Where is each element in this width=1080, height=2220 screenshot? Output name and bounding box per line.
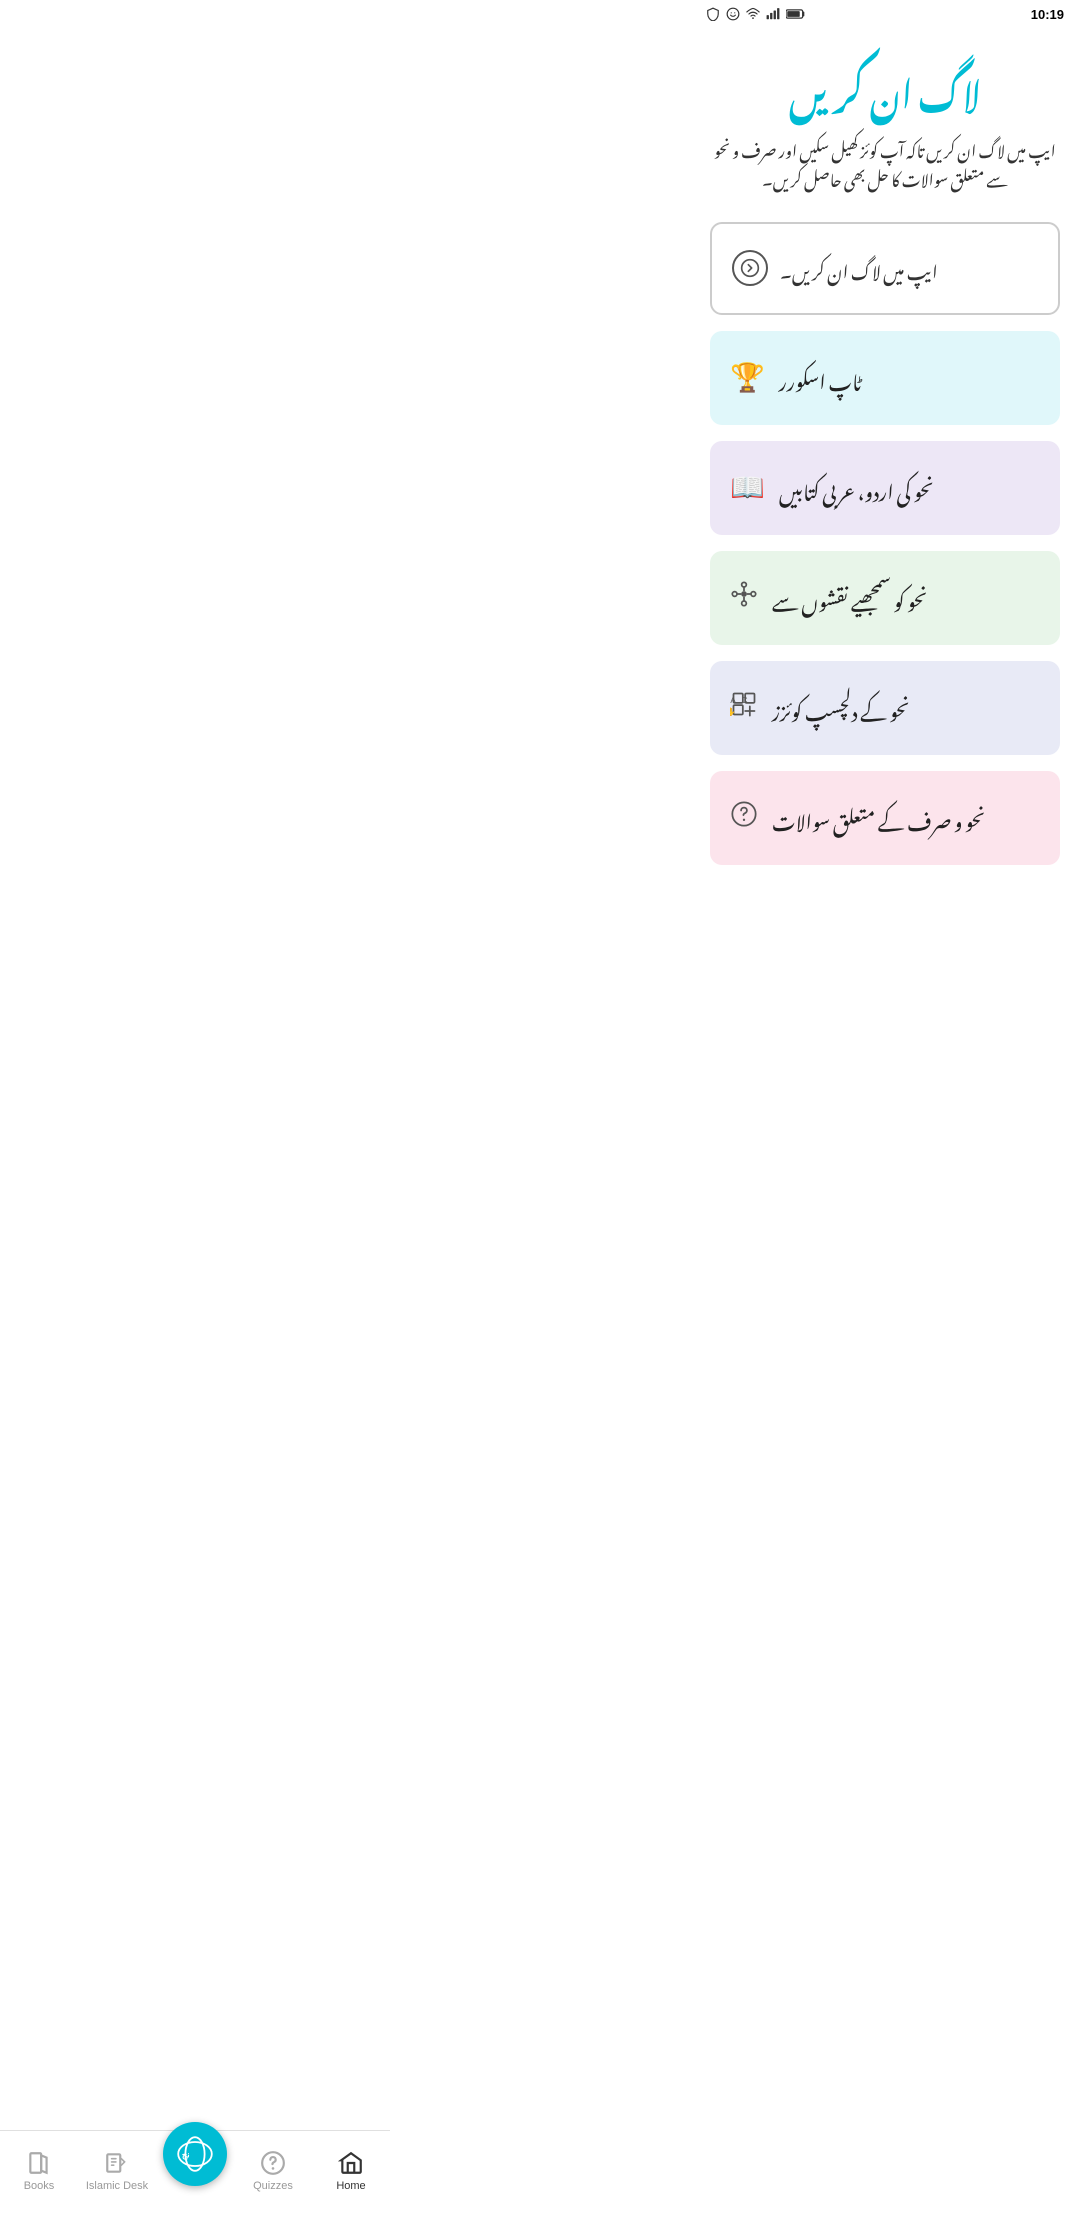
top-scorer-text: ٹاپ اسکورر xyxy=(779,353,862,403)
nav-quizzes[interactable]: Quizzes xyxy=(234,2150,312,2192)
page-description: ایپ میں لاگ ان کریں تاکہ آپ کوئز کھیل سک… xyxy=(710,134,1060,192)
shield-icon xyxy=(706,7,720,21)
quizzes-nav-icon xyxy=(260,2150,286,2176)
login-arrow-icon xyxy=(732,250,768,286)
svg-text:A: A xyxy=(730,696,736,705)
islamic-desk-icon xyxy=(104,2150,130,2176)
svg-text:نج: نج xyxy=(182,2149,190,2160)
quizzes-card[interactable]: نحو کے دلچسپ کوئزز A C ✋ xyxy=(710,661,1060,755)
signal-icon xyxy=(766,7,780,21)
books-icon: 📖 xyxy=(730,471,765,504)
status-time: 10:19 xyxy=(1031,7,1064,22)
login-button[interactable]: ایپ میں لاگ ان کریں۔ xyxy=(710,222,1060,315)
smiley-icon xyxy=(726,7,740,21)
islamic-desk-label: Islamic Desk xyxy=(86,2180,148,2192)
center-logo-icon: نج xyxy=(177,2136,213,2172)
top-scorer-icon: 🏆 xyxy=(730,361,765,394)
nav-center-circle[interactable]: نج xyxy=(163,2122,227,2186)
nav-home[interactable]: Home xyxy=(312,2150,390,2192)
status-icons xyxy=(706,7,806,21)
wifi-icon xyxy=(746,7,760,21)
page-title: لاگ ان کریں xyxy=(710,64,1060,114)
books-text: نحو کی اردو، عربی کتابیں xyxy=(779,463,934,513)
books-nav-icon xyxy=(26,2150,52,2176)
main-content: لاگ ان کریں ایپ میں لاگ ان کریں تاکہ آپ … xyxy=(690,28,1080,1001)
questions-icon xyxy=(730,800,758,835)
books-card[interactable]: نحو کی اردو، عربی کتابیں 📖 xyxy=(710,441,1060,535)
quizzes-nav-label: Quizzes xyxy=(253,2180,293,2192)
books-nav-label: Books xyxy=(24,2180,55,2192)
svg-text:C: C xyxy=(742,696,748,705)
quizzes-icon: A C ✋ xyxy=(730,690,758,725)
diagrams-icon xyxy=(730,580,758,615)
svg-text:✋: ✋ xyxy=(730,707,736,717)
home-icon xyxy=(338,2150,364,2176)
top-scorer-card[interactable]: ٹاپ اسکورر 🏆 xyxy=(710,331,1060,425)
status-bar: 10:19 xyxy=(690,0,1080,28)
quizzes-text: نحو کے دلچسپ کوئزز xyxy=(772,683,910,733)
nav-center[interactable]: نج xyxy=(156,2152,234,2190)
diagrams-text: نحو کو سمجھیے نقشوں سے xyxy=(772,573,928,623)
nav-islamic-desk[interactable]: Islamic Desk xyxy=(78,2150,156,2192)
questions-card[interactable]: نحو و صرف کے متعلق سوالات xyxy=(710,771,1060,865)
questions-text: نحو و صرف کے متعلق سوالات xyxy=(772,793,985,843)
diagrams-card[interactable]: نحو کو سمجھیے نقشوں سے xyxy=(710,551,1060,645)
battery-icon xyxy=(786,8,806,20)
login-button-text: ایپ میں لاگ ان کریں۔ xyxy=(780,246,938,291)
home-label: Home xyxy=(336,2180,365,2192)
bottom-nav: Home Quizzes نج Islamic Desk xyxy=(0,2130,390,2220)
nav-books[interactable]: Books xyxy=(0,2150,78,2192)
